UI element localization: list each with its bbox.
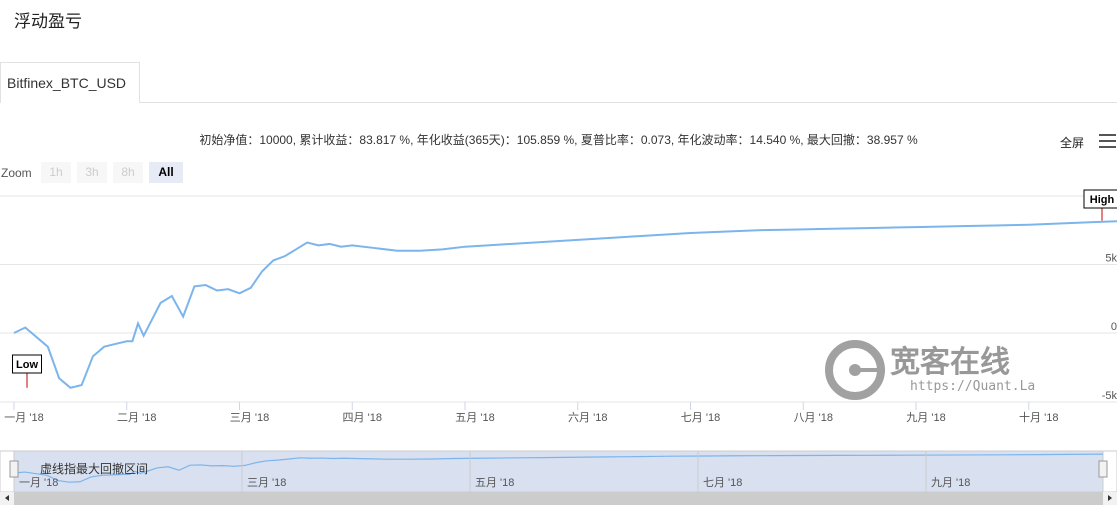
navigator-tick-label: 五月 '18 [475, 477, 514, 489]
navigator-tick-label: 一月 '18 [19, 477, 58, 489]
x-tick-label: 十月 '18 [1019, 410, 1058, 424]
x-tick-label: 一月 '18 [4, 412, 43, 424]
y-tick-label: 5k [1105, 253, 1117, 265]
equity-chart: 一月 '18 二月 '18 三月 '18 四月 '18 五月 '18 六月 '18 七月 '… [0, 189, 1117, 505]
x-tick-label: 九月 '18 [906, 411, 945, 424]
x-tick-label: 四月 '18 [343, 412, 382, 424]
flag-high-label: High [1090, 194, 1115, 206]
x-tick-label: 二月 '18 [117, 412, 156, 424]
y-tick-label: 0 [1111, 321, 1117, 333]
tab-bitfinex-btc-usd[interactable]: Bitfinex_BTC_USD [0, 62, 140, 103]
navigator-handle-right[interactable] [1098, 460, 1108, 478]
x-tick-label: 六月 '18 [568, 411, 607, 424]
navigator-tick-label: 三月 '18 [247, 477, 286, 489]
navigator-note: 虚线指最大回撤区间 [40, 461, 148, 476]
navigator-tick-label: 九月 '18 [931, 476, 970, 489]
flag-low-label: Low [16, 359, 38, 371]
x-tick-label: 三月 '18 [230, 412, 269, 424]
y-tick-label: -5k [1102, 390, 1117, 402]
x-tick-label: 八月 '18 [794, 412, 833, 424]
watermark-url: https://Quant.La [910, 379, 1035, 394]
x-tick-label: 五月 '18 [455, 412, 494, 424]
watermark: 宽客在线https://Quant.La [825, 340, 1035, 400]
scrollbar-thumb[interactable] [14, 492, 1103, 505]
navigator-handle-left[interactable] [9, 460, 19, 478]
watermark-name: 宽客在线 [890, 345, 1010, 380]
navigator-tick-label: 七月 '18 [703, 476, 742, 489]
x-tick-label: 七月 '18 [681, 411, 720, 424]
